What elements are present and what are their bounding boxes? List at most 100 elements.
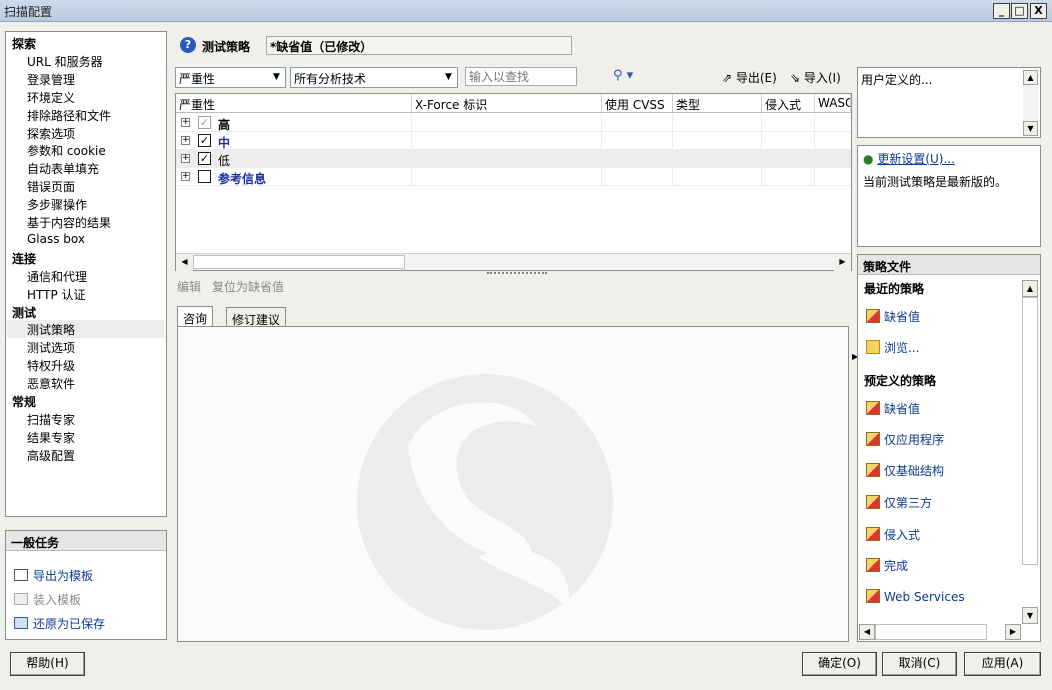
nav-item[interactable]: 测试策略 bbox=[27, 321, 75, 338]
scroll-up-icon[interactable]: ▲ bbox=[1023, 70, 1038, 85]
load-template-link[interactable]: 装入模板 bbox=[14, 591, 81, 608]
import-button[interactable]: ⇘ 导入(I) bbox=[790, 69, 841, 86]
policy-file-icon bbox=[866, 432, 880, 446]
nav-item[interactable]: 基于内容的结果 bbox=[27, 214, 111, 231]
update-settings-link[interactable]: 更新设置(U)... bbox=[877, 152, 955, 166]
scroll-track[interactable] bbox=[1023, 85, 1038, 121]
ok-button[interactable]: 确定(O) bbox=[802, 652, 877, 676]
column-header-type[interactable]: 类型 bbox=[673, 94, 762, 112]
scroll-thumb[interactable] bbox=[875, 624, 987, 640]
nav-item[interactable]: 测试选项 bbox=[27, 339, 75, 356]
update-status: 当前测试策略是最新版的。 bbox=[863, 175, 1008, 189]
nav-item[interactable]: 登录管理 bbox=[27, 71, 75, 88]
column-header-xforce[interactable]: X-Force 标识 bbox=[412, 94, 602, 112]
scroll-right-icon[interactable]: ▶ bbox=[1005, 624, 1021, 640]
nav-item[interactable]: 自动表单填充 bbox=[27, 160, 99, 177]
expand-icon[interactable]: + bbox=[181, 172, 190, 181]
row-checkbox[interactable]: ✓ bbox=[198, 152, 211, 165]
predefined-policy[interactable]: 仅应用程序 bbox=[866, 431, 944, 448]
export-template-label: 导出为模板 bbox=[33, 569, 94, 583]
nav-item[interactable]: 排除路径和文件 bbox=[27, 107, 111, 124]
scroll-down-icon[interactable]: ▼ bbox=[1023, 121, 1038, 136]
import-label: 导入(I) bbox=[803, 71, 841, 85]
import-icon: ⇘ bbox=[790, 71, 804, 85]
predefined-policy[interactable]: 侵入式 bbox=[866, 526, 920, 543]
update-link-row[interactable]: ● 更新设置(U)... bbox=[863, 150, 955, 167]
predefined-policy[interactable]: Web Services bbox=[866, 589, 965, 604]
browse-label: 浏览... bbox=[884, 341, 920, 355]
nav-item[interactable]: Glass box bbox=[27, 232, 85, 246]
search-input[interactable] bbox=[465, 67, 577, 86]
expand-icon[interactable]: + bbox=[181, 154, 190, 163]
policy-file-icon bbox=[866, 527, 880, 541]
predefined-policy[interactable]: 缺省值 bbox=[866, 400, 920, 417]
predefined-policy-label: 缺省值 bbox=[884, 402, 921, 416]
severity-select[interactable]: 严重性 ▼ bbox=[175, 67, 286, 88]
help-button[interactable]: 帮助(H) bbox=[10, 652, 85, 676]
cancel-button[interactable]: 取消(C) bbox=[882, 652, 957, 676]
reset-default-button[interactable]: 复位为缺省值 bbox=[212, 278, 284, 295]
expand-icon[interactable]: + bbox=[181, 118, 190, 127]
tab-fix-recommendation[interactable]: 修订建议 bbox=[226, 307, 287, 327]
table-row[interactable]: + ✓ 高 bbox=[176, 114, 851, 132]
table-row[interactable]: + ✓ 中 bbox=[176, 132, 851, 150]
row-checkbox[interactable] bbox=[198, 170, 211, 183]
nav-item[interactable]: 扫描专家 bbox=[27, 411, 75, 428]
tab-advisory[interactable]: 咨询 bbox=[177, 306, 214, 327]
expand-icon[interactable]: + bbox=[181, 136, 190, 145]
predefined-policy[interactable]: 仅基础结构 bbox=[866, 462, 944, 479]
column-header-severity[interactable]: 严重性 bbox=[176, 94, 412, 112]
scroll-right-icon[interactable]: ▶ bbox=[834, 254, 851, 271]
policy-name-field[interactable]: *缺省值（已修改） bbox=[266, 36, 572, 55]
nav-item[interactable]: URL 和服务器 bbox=[27, 53, 103, 70]
nav-item[interactable]: 结果专家 bbox=[27, 429, 75, 446]
nav-item[interactable]: 多步骤操作 bbox=[27, 196, 87, 213]
scroll-thumb[interactable] bbox=[1022, 297, 1038, 565]
nav-item[interactable]: HTTP 认证 bbox=[27, 286, 86, 303]
load-template-icon bbox=[14, 593, 28, 605]
apply-button[interactable]: 应用(A) bbox=[964, 652, 1041, 676]
nav-item[interactable]: 参数和 cookie bbox=[27, 142, 106, 159]
nav-group-header: 探索 bbox=[12, 37, 37, 51]
watermark-logo bbox=[357, 374, 613, 630]
row-checkbox[interactable]: ✓ bbox=[198, 134, 211, 147]
help-icon[interactable]: ? bbox=[180, 37, 196, 53]
predefined-policy[interactable]: 仅第三方 bbox=[866, 494, 932, 511]
close-button[interactable]: X bbox=[1030, 3, 1047, 19]
scroll-left-icon[interactable]: ◀ bbox=[859, 624, 875, 640]
maximize-button[interactable]: □ bbox=[1011, 3, 1028, 19]
policy-file-icon bbox=[866, 463, 880, 477]
column-header-invasive[interactable]: 侵入式 bbox=[762, 94, 815, 112]
policy-files-header: 策略文件 bbox=[858, 255, 1040, 275]
export-button[interactable]: ⇗ 导出(E) bbox=[722, 69, 777, 86]
revert-saved-link[interactable]: 还原为已保存 bbox=[14, 615, 105, 632]
nav-item[interactable]: 环境定义 bbox=[27, 89, 75, 106]
recent-policy-default[interactable]: 缺省值 bbox=[866, 308, 920, 325]
nav-item[interactable]: 错误页面 bbox=[27, 178, 75, 195]
scroll-down-icon[interactable]: ▼ bbox=[1022, 607, 1038, 624]
edit-button[interactable]: 编辑 bbox=[177, 278, 201, 295]
table-row[interactable]: + ✓ 低 bbox=[176, 150, 851, 168]
row-checkbox[interactable]: ✓ bbox=[198, 116, 211, 129]
scroll-up-icon[interactable]: ▲ bbox=[1022, 280, 1038, 297]
scroll-thumb[interactable] bbox=[193, 255, 405, 269]
nav-item[interactable]: 通信和代理 bbox=[27, 268, 87, 285]
nav-item[interactable]: 探索选项 bbox=[27, 125, 75, 142]
browse-link[interactable]: 浏览... bbox=[866, 339, 919, 356]
severity-select-value: 严重性 bbox=[179, 72, 216, 86]
nav-item[interactable]: 恶意软件 bbox=[27, 375, 75, 392]
nav-item[interactable]: 高级配置 bbox=[27, 447, 75, 464]
minimize-button[interactable]: _ bbox=[993, 3, 1010, 19]
export-template-link[interactable]: 导出为模板 bbox=[14, 567, 93, 584]
column-header-cvss[interactable]: 使用 CVSS bbox=[602, 94, 673, 112]
predefined-policy[interactable]: 完成 bbox=[866, 557, 908, 574]
scroll-left-icon[interactable]: ◀ bbox=[176, 254, 193, 271]
technique-select[interactable]: 所有分析技术 ▼ bbox=[290, 67, 458, 88]
grid-horizontal-scrollbar[interactable]: ◀ ▶ bbox=[176, 253, 851, 271]
nav-item[interactable]: 特权升级 bbox=[27, 357, 75, 374]
column-header-wasc[interactable]: WASC bbox=[815, 94, 851, 112]
search-icon[interactable]: ⚲ ▾ bbox=[613, 68, 633, 83]
table-row[interactable]: + 参考信息 bbox=[176, 168, 851, 186]
severity-label: 高 bbox=[218, 118, 231, 132]
splitter-handle[interactable] bbox=[487, 272, 547, 275]
